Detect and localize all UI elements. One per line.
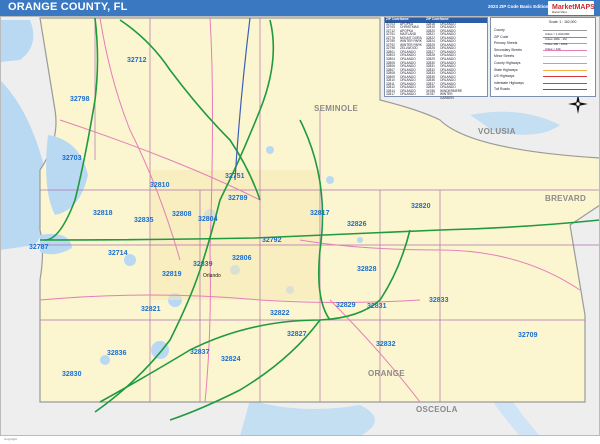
zip-table-body: 32703 APOPKA 32818 ORLANDO 32709 CHRISTMAS 328… — [385, 22, 487, 101]
zip-label[interactable]: 32703 — [62, 155, 82, 162]
zip-label[interactable]: 32820 — [411, 203, 431, 210]
legend-scale: Scale: 1 : 162,000 — [549, 20, 577, 24]
table-row: 32817 ORLANDO 34787 WINTER GARDEN — [385, 93, 487, 100]
lake-9 — [326, 176, 334, 184]
zip-label[interactable]: 32714 — [108, 250, 128, 257]
zip-label[interactable]: 32817 — [310, 210, 330, 217]
legend-swatch — [543, 89, 587, 91]
legend-swatch — [543, 56, 587, 58]
county-label-osceola: OSCEOLA — [416, 405, 458, 414]
zip-label[interactable]: 32792 — [262, 237, 282, 244]
legend-item-label: Secondary Streets — [494, 47, 522, 52]
legend-swatch — [543, 69, 587, 71]
zip-label[interactable]: 32712 — [127, 57, 147, 64]
county-label-orange: ORANGE — [368, 369, 405, 378]
zip-label[interactable]: 32787 — [29, 244, 49, 251]
legend-city-size: Cities < 10k — [545, 47, 561, 51]
zip-label[interactable]: 32836 — [107, 350, 127, 357]
legend: County ZIP Code Primary Streets Secondary S… — [490, 17, 596, 97]
zip-label[interactable]: 32709 — [518, 332, 538, 339]
legend-item-label: County Highways — [494, 61, 521, 65]
zip-label[interactable]: 32828 — [357, 266, 377, 273]
legend-item-label: County — [494, 28, 505, 32]
county-label-seminole: SEMINOLE — [314, 104, 359, 113]
zip-label[interactable]: 32804 — [198, 216, 218, 223]
legend-item-label: US Highways — [494, 74, 515, 79]
legend-item-label: ZIP Code — [494, 34, 509, 39]
zip-label[interactable]: 32798 — [70, 96, 90, 103]
lake-4 — [266, 146, 274, 154]
legend-item-label: Minor Streets — [494, 54, 515, 59]
legend-city-size: Cities > 1,000,000 — [545, 32, 570, 36]
legend-swatch — [543, 30, 587, 31]
zip-label[interactable]: 32822 — [270, 310, 290, 317]
zip-label[interactable]: 32806 — [232, 255, 252, 262]
zip-label[interactable]: 32824 — [221, 356, 241, 363]
table-cell: 34787 — [426, 92, 435, 97]
zip-label[interactable]: 32808 — [172, 211, 192, 218]
legend-swatch — [543, 82, 587, 84]
legend-city-size: Cities 10k - 100k — [545, 42, 568, 46]
legend-item-label: Interstate Highways — [494, 80, 524, 85]
legend-swatch — [543, 76, 587, 78]
legend-city-size: Cities 100k - 1M — [545, 37, 567, 41]
legend-item-label: State Highways — [494, 67, 518, 72]
zip-label[interactable]: 32829 — [336, 302, 356, 309]
table-cell: WINTER GARDEN — [440, 92, 454, 100]
county-label-brevard: BREVARD — [545, 194, 586, 203]
zip-label[interactable]: 32751 — [225, 173, 245, 180]
zip-label[interactable]: 32819 — [162, 271, 182, 278]
zip-label[interactable]: 32810 — [150, 182, 170, 189]
table-cell: ORLANDO — [400, 92, 416, 97]
zip-label[interactable]: 32789 — [228, 195, 248, 202]
legend-item-label: Toll Roads — [494, 87, 510, 92]
county-label-volusia: VOLUSIA — [478, 127, 516, 136]
zip-label[interactable]: 32837 — [190, 349, 210, 356]
zip-label[interactable]: 32830 — [62, 371, 82, 378]
legend-item-label: Primary Streets — [494, 41, 518, 46]
zip-label[interactable]: 32839 — [193, 261, 213, 268]
zip-label[interactable]: 32821 — [141, 306, 161, 313]
zip-label[interactable]: 32826 — [347, 221, 367, 228]
zip-label[interactable]: 32833 — [429, 297, 449, 304]
zip-label[interactable]: 32827 — [287, 331, 307, 338]
zip-label[interactable]: 32832 — [376, 341, 396, 348]
zip-label[interactable]: 32831 — [367, 303, 387, 310]
zip-code-table: ZIP Code Name ZIP Code Name 32703 APOPKA 3… — [384, 17, 488, 100]
zip-label[interactable]: 32835 — [134, 217, 154, 224]
urban-core — [150, 170, 320, 300]
lake-8 — [357, 237, 363, 243]
zip-label[interactable]: 32818 — [93, 210, 113, 217]
city-label-orlando: Orlando — [203, 273, 221, 279]
footer-text: Copyright — [4, 437, 17, 441]
legend-swatch — [543, 63, 587, 64]
table-cell: 32817 — [386, 92, 395, 97]
